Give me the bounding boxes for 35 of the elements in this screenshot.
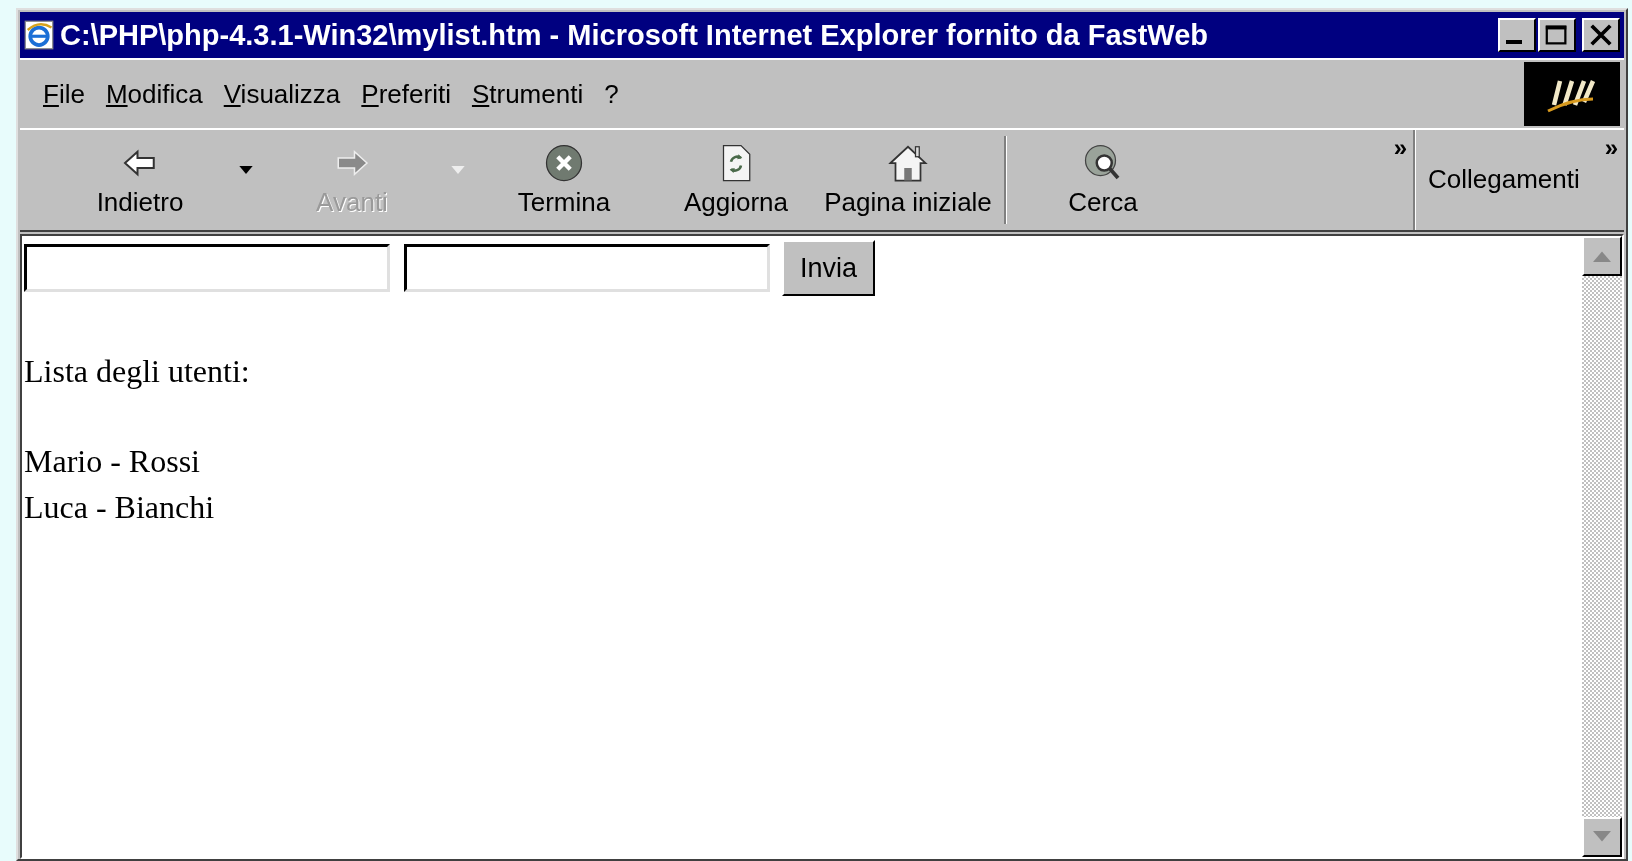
toolbar-button[interactable]: Indietro: [54, 130, 226, 230]
down-arrow-icon: [1593, 831, 1611, 843]
user-entry: Luca - Bianchi: [24, 488, 215, 527]
scroll-up-button[interactable]: [1582, 236, 1622, 276]
up-arrow-icon: [1593, 250, 1611, 262]
window-title: C:\PHP\php-4.3.1-Win32\mylist.htm - Microsoft Internet Explorer fornito da FastWeb: [60, 18, 1210, 52]
menu-item[interactable]: ?: [601, 74, 637, 114]
browser-icon: [24, 20, 54, 50]
input-field[interactable]: [24, 244, 390, 292]
maximize-button[interactable]: [1538, 18, 1576, 52]
menu-item[interactable]: File: [40, 74, 103, 114]
scrollbar[interactable]: [1582, 236, 1622, 857]
menu-item[interactable]: Visualizza: [220, 74, 359, 114]
close-icon: [1588, 23, 1614, 47]
caret-icon: [239, 166, 253, 174]
menu-item[interactable]: Modifica: [102, 74, 221, 114]
overflow-chevron[interactable]: »: [1393, 134, 1407, 162]
toolbar-button[interactable]: Cerca: [1017, 130, 1189, 230]
scroll-down-button[interactable]: [1582, 817, 1622, 857]
minimize-icon: [1506, 40, 1522, 44]
minimize-button[interactable]: [1498, 18, 1536, 52]
caret-icon: [451, 166, 465, 174]
stop-icon: [544, 142, 584, 183]
submit-button[interactable]: Invia: [782, 240, 876, 296]
toolbar-button[interactable]: Aggiorna: [650, 130, 822, 230]
links-label[interactable]: Collegamenti: [1428, 163, 1580, 195]
close-button[interactable]: [1582, 18, 1620, 52]
user-entry: Mario - Rossi: [24, 442, 200, 481]
list-heading: Lista degli utenti:: [24, 352, 250, 391]
toolbar-button[interactable]: Pagina iniziale: [822, 130, 994, 230]
overflow-chevron[interactable]: »: [1604, 134, 1618, 162]
menu-item[interactable]: Preferiti: [358, 74, 469, 114]
menu-item[interactable]: Strumenti: [468, 74, 602, 114]
input-field[interactable]: [404, 244, 770, 292]
toolbar-button[interactable]: Termina: [478, 130, 650, 230]
